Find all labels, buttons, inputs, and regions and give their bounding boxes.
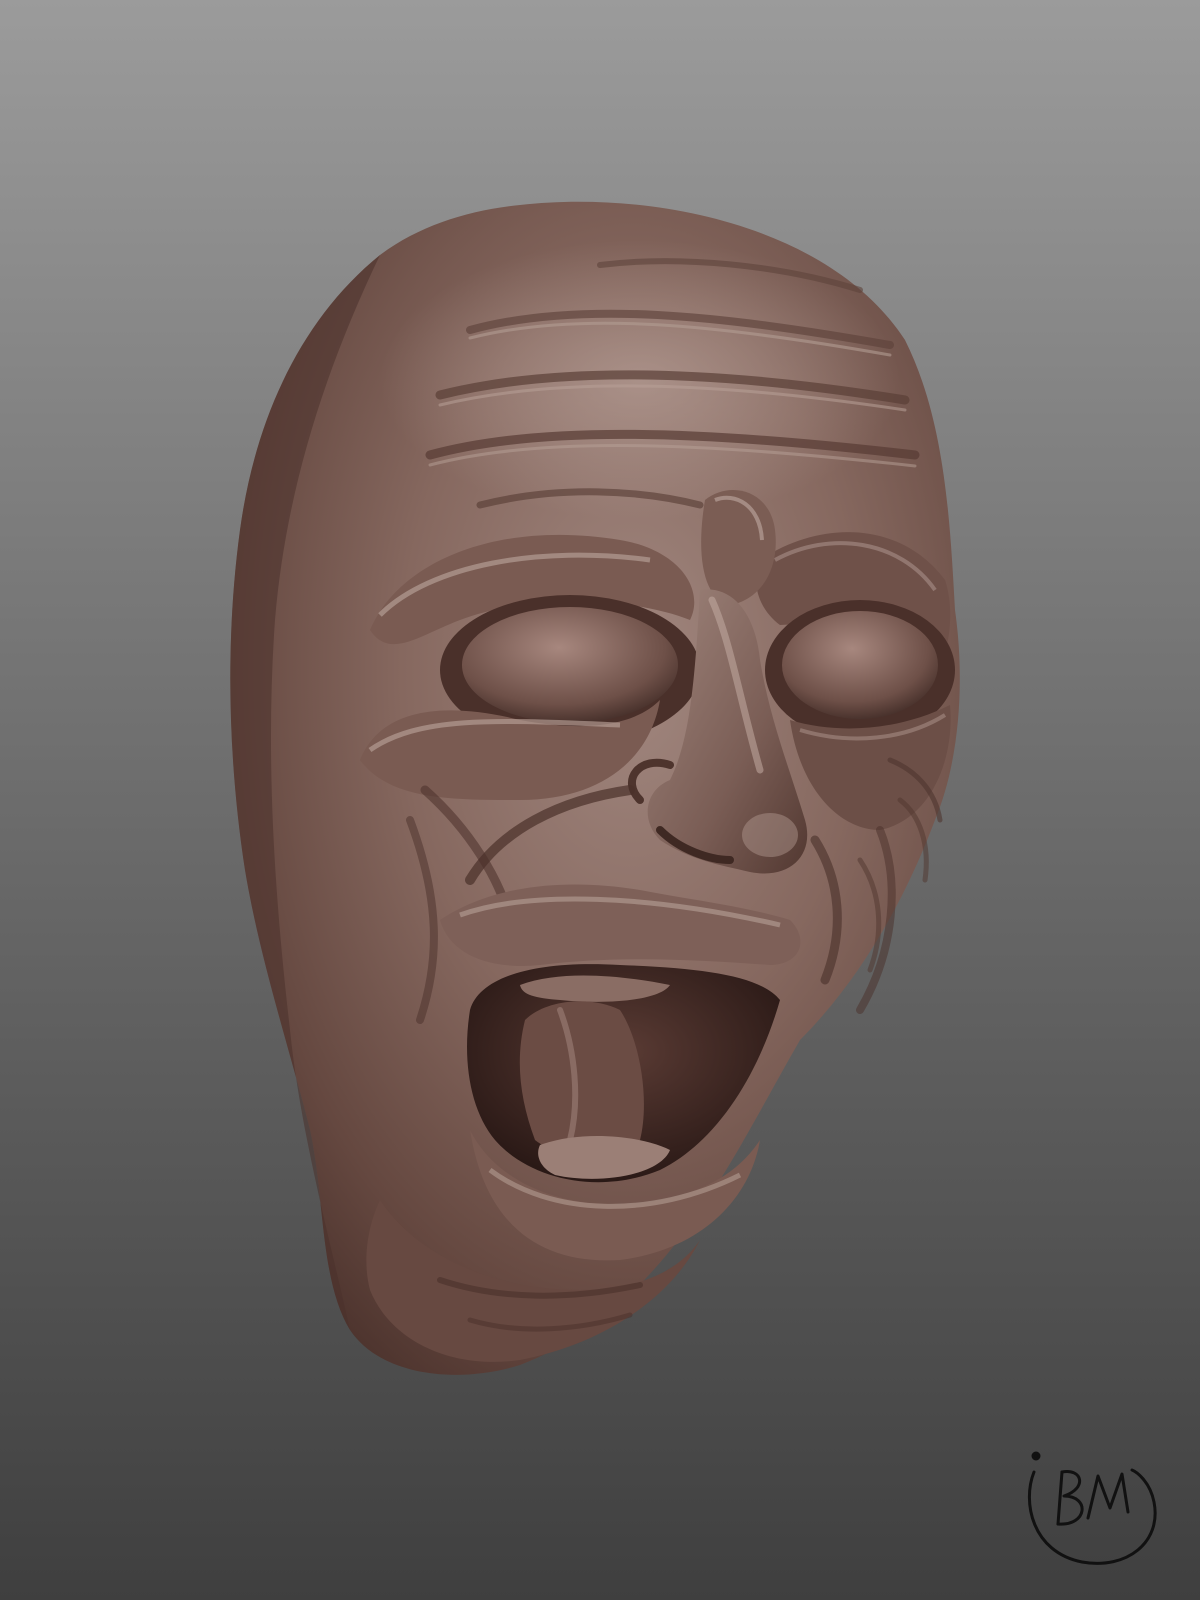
artist-signature — [1027, 1451, 1157, 1565]
sculpted-head — [230, 201, 960, 1375]
sculpture-scene — [230, 201, 960, 1375]
right-eyeball — [782, 611, 938, 719]
left-eyeball — [462, 607, 678, 723]
tongue — [519, 1001, 644, 1155]
